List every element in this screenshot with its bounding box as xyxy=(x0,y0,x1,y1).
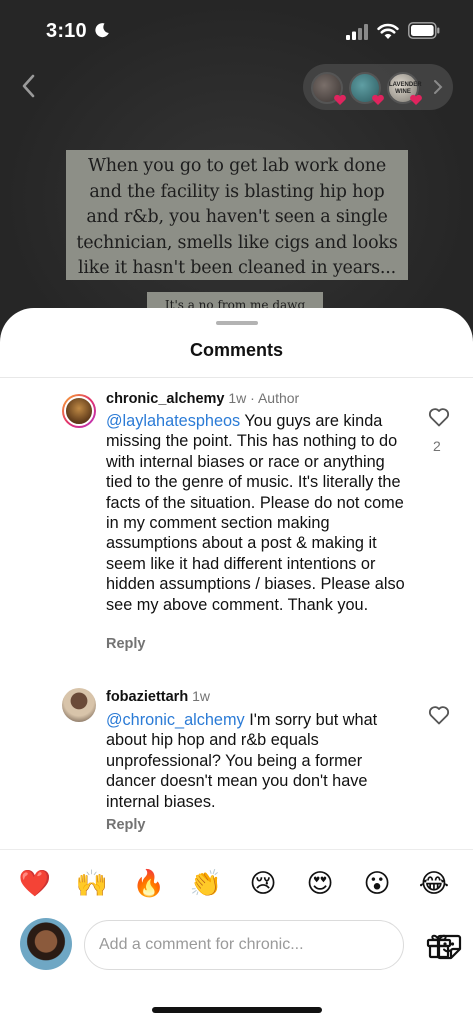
reaction-crying[interactable]: 😢 xyxy=(245,866,281,902)
moon-icon xyxy=(95,23,109,38)
chevron-right-icon xyxy=(434,80,443,94)
sheet-grabber[interactable] xyxy=(216,321,258,325)
status-time: 3:10 xyxy=(46,20,87,42)
signal-icon xyxy=(346,24,368,40)
gift-icon[interactable] xyxy=(424,930,454,960)
reply-button[interactable]: Reply xyxy=(106,636,146,652)
reaction-heart-eyes[interactable]: 😍 xyxy=(302,866,338,902)
reaction-laughing[interactable]: 😂 xyxy=(416,866,452,902)
battery-icon xyxy=(408,22,440,39)
comment-input-placeholder: Add a comment for chronic... xyxy=(99,936,304,953)
home-indicator[interactable] xyxy=(152,1007,322,1013)
heart-icon[interactable] xyxy=(428,705,450,725)
avatar[interactable] xyxy=(62,394,96,428)
meme-text: When you go to get lab work done and the… xyxy=(76,156,398,278)
story-avatar xyxy=(311,72,346,105)
comment-text: @chronic_alchemy I'm sorry but what abou… xyxy=(106,710,406,812)
story-avatar: LAVENDER WINE xyxy=(387,72,422,105)
divider xyxy=(0,849,473,850)
back-chevron-icon[interactable] xyxy=(18,72,40,100)
mention-link[interactable]: @chronic_alchemy xyxy=(106,711,245,729)
heart-icon xyxy=(334,94,346,105)
comment-username[interactable]: fobaziettarh xyxy=(106,689,188,705)
heart-icon[interactable] xyxy=(428,407,450,427)
comment-text: @laylahatespheos You guys are kinda miss… xyxy=(106,411,406,615)
comment-input[interactable]: Add a comment for chronic... xyxy=(84,920,462,970)
comment-age: 1w xyxy=(192,688,210,704)
avatar xyxy=(20,918,72,970)
sheet-title: Comments xyxy=(189,340,283,360)
reaction-heart[interactable]: ❤️ xyxy=(17,866,53,902)
reaction-fire[interactable]: 🔥 xyxy=(131,866,167,902)
heart-icon xyxy=(410,94,422,105)
reaction-surprised[interactable]: 😮 xyxy=(359,866,395,902)
like-count: 2 xyxy=(433,438,441,454)
avatar[interactable] xyxy=(62,688,96,722)
story-reactors-pill[interactable]: LAVENDER WINE xyxy=(303,64,453,110)
reaction-raising-hands[interactable]: 🙌 xyxy=(74,866,110,902)
comment-meta: chronic_alchemy 1w · Author xyxy=(106,390,299,407)
comment-age: 1w xyxy=(228,390,247,406)
story-avatar xyxy=(349,72,384,105)
status-bar: 3:10 xyxy=(0,0,473,62)
comment-body: You guys are kinda missing the point. Th… xyxy=(106,412,405,614)
mention-link[interactable]: @laylahatespheos xyxy=(106,412,240,430)
wifi-icon xyxy=(377,23,399,39)
comment-meta: fobaziettarh 1w xyxy=(106,688,210,705)
reaction-clap[interactable]: 👏 xyxy=(188,866,224,902)
quick-reactions-bar: ❤️ 🙌 🔥 👏 😢 😍 😮 😂 xyxy=(0,866,473,902)
divider xyxy=(0,377,473,378)
heart-icon xyxy=(372,94,384,105)
comments-sheet: Comments chronic_alchemy 1w · Author @la… xyxy=(0,308,473,1023)
post-meme-caption: When you go to get lab work done and the… xyxy=(66,150,408,280)
author-badge: · Author xyxy=(250,390,300,406)
comment-username[interactable]: chronic_alchemy xyxy=(106,391,224,407)
comment-composer: Add a comment for chronic... xyxy=(0,918,473,974)
reply-button[interactable]: Reply xyxy=(106,817,146,833)
